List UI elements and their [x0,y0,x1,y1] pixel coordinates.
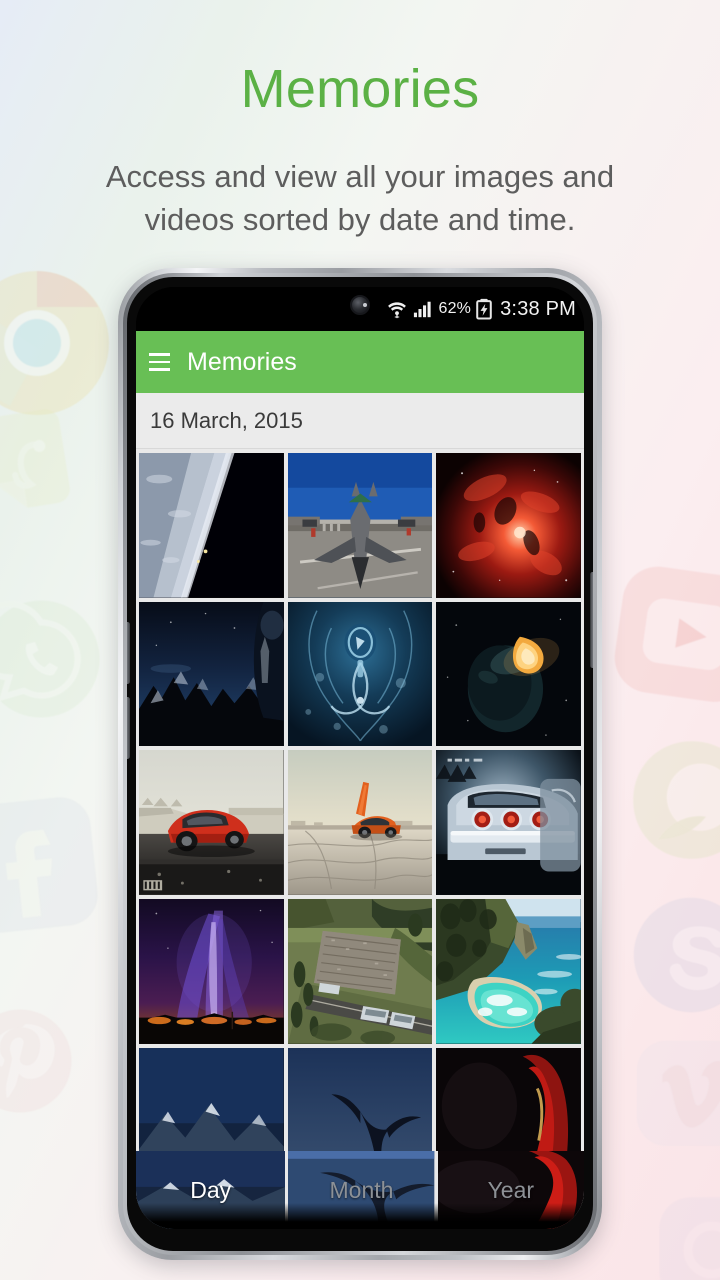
pinterest-logo-icon [0,1005,76,1117]
page-subtitle: Access and view all your images and vide… [105,159,615,237]
app-bar-title: Memories [187,347,297,376]
facebook-logo-icon [0,788,107,942]
volume-down-button[interactable] [127,697,130,759]
view-mode-tab-bar: Day Month Year [136,1151,584,1229]
photo-thumbnail[interactable] [139,601,284,747]
phone-bezel-ring: 62% 3:38 PM Memories 16 March, 2015 Day … [123,273,597,1255]
power-button[interactable] [590,572,593,668]
tab-day-label: Day [190,1176,232,1203]
page-title: Memories [240,59,480,119]
photo-thumbnail[interactable] [139,899,284,1044]
photo-thumbnail[interactable] [287,453,433,598]
youtube-logo-icon [603,555,720,714]
vimeo-logo-icon [632,1035,720,1153]
tab-month-label: Month [329,1176,394,1203]
photo-thumbnail[interactable] [287,750,433,896]
tab-day[interactable]: Day [136,1151,286,1229]
photo-thumbnail[interactable] [436,453,581,598]
date-label: 16 March, 2015 [150,407,303,433]
whatsapp-logo-icon [0,598,102,720]
photo-thumbnail[interactable] [436,750,581,896]
cellular-signal-icon [414,301,432,318]
photo-thumbnail[interactable] [436,601,581,747]
xbox-logo-icon [622,730,720,870]
evernote-logo-icon [0,389,99,536]
wifi-icon [388,302,407,319]
photo-grid: Day Month Year [136,449,584,1229]
photo-thumbnail[interactable] [287,899,433,1044]
date-section-header: 16 March, 2015 [136,393,584,449]
volume-up-button[interactable] [127,622,130,684]
phone-mockup: 62% 3:38 PM Memories 16 March, 2015 Day … [118,268,602,1260]
photo-thumbnail[interactable] [139,453,284,598]
skype-logo-icon [626,890,720,1020]
status-bar: 62% 3:38 PM [136,287,584,331]
instagram-logo-icon [652,1190,720,1280]
clock-label: 3:38 PM [500,297,576,320]
app-bar: Memories [136,331,584,393]
tab-year[interactable]: Year [434,1151,584,1229]
phone-body: 62% 3:38 PM Memories 16 March, 2015 Day … [127,277,593,1251]
chrome-logo-icon [0,268,112,418]
photo-thumbnail[interactable] [436,899,581,1044]
status-bar-icons: 62% 3:38 PM [386,298,576,321]
phone-screen: 62% 3:38 PM Memories 16 March, 2015 Day … [136,287,584,1229]
battery-percent-label: 62% [438,300,472,317]
front-camera-icon [350,295,370,315]
battery-charging-icon [476,298,492,320]
photo-thumbnail[interactable] [139,750,284,895]
hamburger-menu-icon[interactable] [149,353,170,371]
tab-year-label: Year [487,1176,535,1203]
tab-month[interactable]: Month [285,1151,435,1229]
photo-thumbnail[interactable] [287,601,433,747]
